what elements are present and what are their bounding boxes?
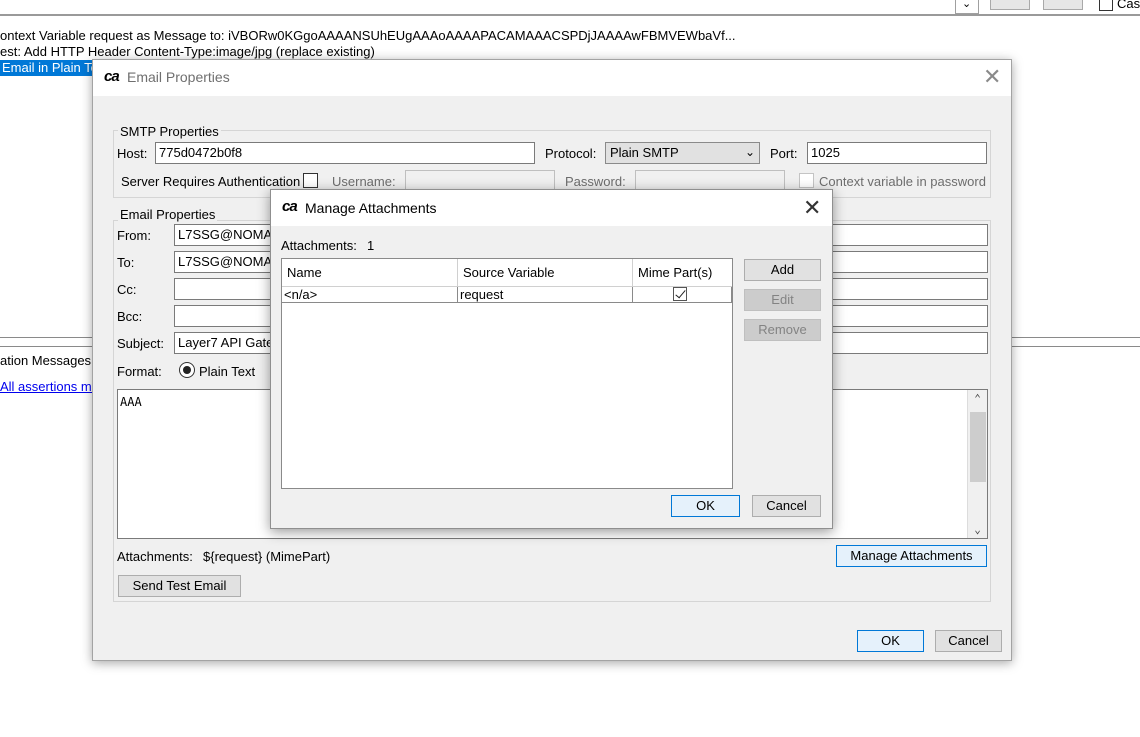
bcc-label: Bcc:: [117, 309, 143, 324]
protocol-select[interactable]: Plain SMTP ⌄: [605, 142, 760, 164]
attachments-count: 1: [367, 238, 375, 253]
close-icon[interactable]: ✕: [803, 197, 821, 219]
email-cancel-button[interactable]: Cancel: [935, 630, 1002, 652]
edit-button[interactable]: Edit: [744, 289, 821, 311]
assertion-message-link[interactable]: All assertions mu: [0, 379, 99, 394]
context-password-label: Context variable in password: [819, 174, 986, 189]
remove-button[interactable]: Remove: [744, 319, 821, 341]
auth-label: Server Requires Authentication: [121, 174, 301, 189]
mime-part-checkbox[interactable]: [673, 287, 687, 301]
add-button[interactable]: Add: [744, 259, 821, 281]
cc-label: Cc:: [117, 282, 137, 297]
email-ok-button[interactable]: OK: [857, 630, 924, 652]
smtp-group-label: SMTP Properties: [118, 124, 221, 139]
format-label: Format:: [117, 364, 162, 379]
ca-logo-icon: ca: [282, 198, 298, 215]
attachments-table[interactable]: Name Source Variable Mime Part(s) <n/a> …: [281, 258, 733, 489]
manage-attachments-dialog: ca Manage Attachments ✕ Attachments: 1 N…: [270, 189, 833, 529]
dialog-titlebar: ca Manage Attachments ✕: [271, 190, 832, 226]
email-body-text: AAA: [120, 395, 142, 409]
send-test-email-button[interactable]: Send Test Email: [118, 575, 241, 597]
cell-mime-part: [633, 287, 732, 303]
protocol-select-value: Plain SMTP: [610, 145, 679, 160]
column-header-mime-parts[interactable]: Mime Part(s): [633, 259, 732, 287]
dialog-titlebar: ca Email Properties ✕: [93, 60, 1011, 96]
attachments-value: ${request} (MimePart): [203, 549, 331, 564]
subject-label: Subject:: [117, 336, 164, 351]
assertion-line[interactable]: est: Add HTTP Header Content-Type:image/…: [0, 44, 375, 59]
protocol-label: Protocol:: [545, 146, 597, 161]
ca-logo-icon: ca: [104, 68, 120, 85]
username-label: Username:: [332, 174, 396, 189]
attachments-count-label: Attachments:: [281, 238, 357, 253]
port-label: Port:: [770, 146, 798, 161]
background-toolbar-button[interactable]: [990, 0, 1030, 10]
close-icon[interactable]: ✕: [983, 66, 1001, 88]
chevron-down-icon: ⌄: [744, 145, 755, 159]
background-combo[interactable]: ⌄: [955, 0, 979, 14]
body-scrollbar[interactable]: ⌃ ⌄: [967, 390, 987, 538]
password-label: Password:: [565, 174, 626, 189]
auth-checkbox[interactable]: [303, 173, 318, 188]
host-label: Host:: [117, 146, 148, 161]
cell-name: <n/a>: [282, 287, 458, 303]
chevron-down-icon[interactable]: ⌄: [968, 523, 987, 536]
manage-attachments-button[interactable]: Manage Attachments: [836, 545, 987, 567]
format-plain-text-label: Plain Text: [199, 364, 256, 379]
attachments-label: Attachments:: [117, 549, 193, 564]
port-input[interactable]: 1025: [807, 142, 987, 164]
dialog-title: Manage Attachments: [305, 200, 437, 216]
background-toolbar-button[interactable]: [1043, 0, 1083, 10]
from-label: From:: [117, 228, 151, 243]
chevron-up-icon[interactable]: ⌃: [968, 392, 987, 405]
attach-ok-button[interactable]: OK: [671, 495, 740, 517]
scrollbar-thumb[interactable]: [970, 412, 986, 482]
assertion-line[interactable]: ontext Variable request as Message to: i…: [0, 28, 736, 43]
cell-source-variable: request: [458, 287, 633, 303]
context-password-checkbox[interactable]: [799, 173, 814, 188]
format-plain-text-radio[interactable]: [179, 362, 195, 378]
dialog-title: Email Properties: [127, 69, 230, 85]
column-header-source-variable[interactable]: Source Variable: [458, 259, 633, 287]
background-checkbox-label: Cas: [1117, 0, 1140, 11]
to-label: To:: [117, 255, 135, 270]
column-header-name[interactable]: Name: [282, 259, 458, 287]
assertion-line-selected[interactable]: Email in Plain Te: [0, 60, 98, 76]
email-group-label: Email Properties: [118, 207, 218, 222]
chevron-down-icon: ⌄: [962, 0, 972, 10]
background-checkbox[interactable]: [1099, 0, 1113, 11]
attach-cancel-button[interactable]: Cancel: [752, 495, 821, 517]
host-input[interactable]: 775d0472b0f8: [155, 142, 535, 164]
messages-tab-label[interactable]: ation Messages: [0, 353, 91, 368]
